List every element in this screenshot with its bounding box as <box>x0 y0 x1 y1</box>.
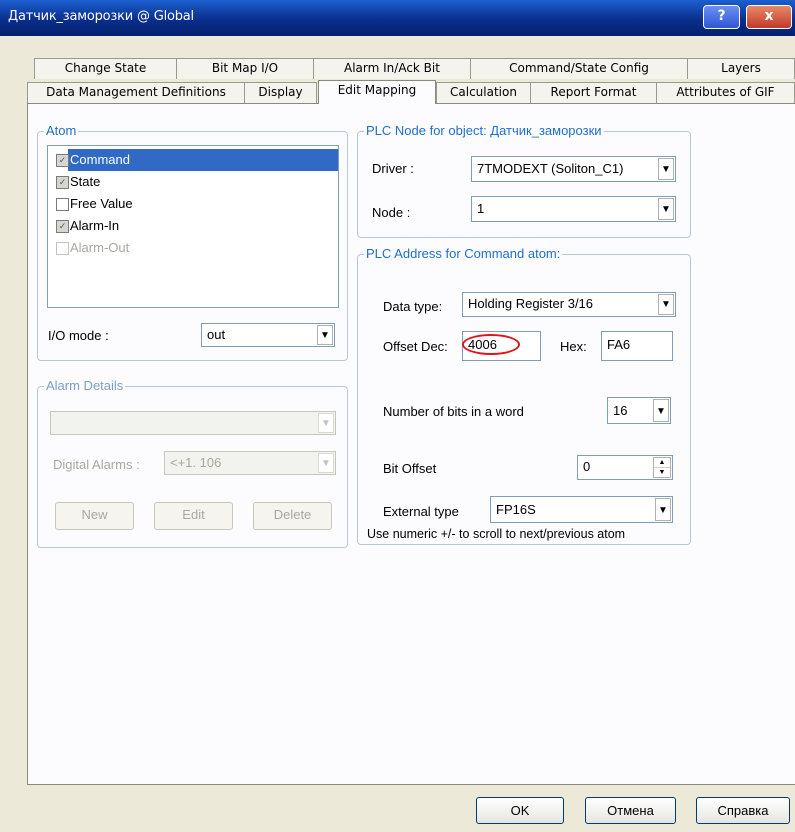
delete-button: Delete <box>253 502 332 530</box>
tab-bit-map-io[interactable]: Bit Map I/O <box>176 58 314 79</box>
external-type-value: FP16S <box>496 502 536 517</box>
bit-offset-spinner[interactable]: 0 ▲ ▼ <box>577 455 673 480</box>
scroll-hint: Use numeric +/- to scroll to next/previo… <box>367 527 626 541</box>
chevron-down-icon[interactable]: ▼ <box>317 325 333 345</box>
tab-data-management-definitions[interactable]: Data Management Definitions <box>27 82 245 103</box>
ok-button[interactable]: OK <box>476 797 564 824</box>
tab-calculation[interactable]: Calculation <box>436 82 531 103</box>
bit-offset-label: Bit Offset <box>383 461 437 476</box>
digital-alarms-value: <+1. 106 <box>170 455 222 470</box>
driver-select[interactable]: 7TMODEXT (Soliton_C1) ▼ <box>471 156 676 182</box>
title-bar: Датчик_заморозки @ Global ? x <box>0 0 795 36</box>
new-button: New <box>55 502 134 530</box>
hex-value: FA6 <box>607 337 631 352</box>
digital-alarms-select: <+1. 106 ▼ <box>164 451 336 475</box>
alarm-details-legend: Alarm Details <box>44 378 126 393</box>
free-value-checkbox[interactable] <box>56 198 69 211</box>
atom-item-label: Free Value <box>70 196 133 211</box>
data-type-value: Holding Register 3/16 <box>468 296 594 311</box>
hex-label: Hex: <box>560 339 587 354</box>
help-button[interactable]: Справка <box>696 797 790 824</box>
external-type-label: External type <box>383 504 459 519</box>
plc-address-group: PLC Address for Command atom: Data type:… <box>357 246 691 545</box>
tab-change-state[interactable]: Change State <box>34 58 177 79</box>
tab-display[interactable]: Display <box>244 82 317 103</box>
tab-alarm-in-ack-bit[interactable]: Alarm In/Ack Bit <box>313 58 471 79</box>
chevron-down-icon: ▼ <box>318 453 334 473</box>
hex-input[interactable]: FA6 <box>601 331 673 361</box>
atom-item-state[interactable]: ✓ State <box>48 171 338 193</box>
alarm-select: ▼ <box>50 411 336 435</box>
alarm-out-checkbox <box>56 242 69 255</box>
command-checkbox[interactable]: ✓ <box>56 154 69 167</box>
chevron-down-icon[interactable]: ▼ <box>658 158 674 180</box>
io-mode-label: I/O mode : <box>48 328 109 343</box>
node-select[interactable]: 1 ▼ <box>471 196 676 222</box>
plc-address-legend: PLC Address for Command atom: <box>364 246 563 261</box>
red-highlight-ellipse <box>462 334 520 355</box>
window-title: Датчик_заморозки @ Global <box>8 9 194 24</box>
cancel-button[interactable]: Отмена <box>585 797 676 824</box>
close-title-button[interactable]: x <box>746 5 792 29</box>
help-title-button[interactable]: ? <box>703 5 740 29</box>
atom-item-label: Command <box>70 152 132 167</box>
bits-label: Number of bits in a word <box>383 404 524 419</box>
alarm-in-checkbox[interactable]: ✓ <box>56 220 69 233</box>
plc-node-legend: PLC Node for object: Датчик_заморозки <box>364 123 604 138</box>
atom-item-alarm-in[interactable]: ✓ Alarm-In <box>48 215 338 237</box>
bit-offset-value: 0 <box>583 459 591 474</box>
io-mode-value: out <box>207 327 226 342</box>
tab-layers[interactable]: Layers <box>687 58 795 79</box>
data-type-label: Data type: <box>383 299 443 314</box>
atom-item-label: State <box>70 174 101 189</box>
tab-edit-mapping[interactable]: Edit Mapping <box>318 80 436 104</box>
atom-item-command[interactable]: ✓ Command <box>48 149 338 171</box>
tab-command-state-config[interactable]: Command/State Config <box>470 58 688 79</box>
driver-label: Driver : <box>372 161 414 176</box>
atom-group: Atom ✓ Command ✓ State Free Value ✓ Alar… <box>37 123 348 361</box>
external-type-select[interactable]: FP16S ▼ <box>490 496 673 523</box>
driver-value: 7TMODEXT (Soliton_C1) <box>477 161 624 176</box>
bits-select[interactable]: 16 ▼ <box>607 397 671 424</box>
offset-dec-label: Offset Dec: <box>383 339 448 354</box>
data-type-select[interactable]: Holding Register 3/16 ▼ <box>462 292 676 317</box>
bits-value: 16 <box>613 403 628 418</box>
atom-legend: Atom <box>44 123 79 138</box>
edit-mapping-page: Atom ✓ Command ✓ State Free Value ✓ Alar… <box>27 103 795 785</box>
node-value: 1 <box>477 201 485 216</box>
chevron-down-icon[interactable]: ▼ <box>658 294 674 315</box>
atom-item-label: Alarm-Out <box>70 240 130 255</box>
digital-alarms-label: Digital Alarms : <box>53 457 140 472</box>
atom-item-alarm-out: Alarm-Out <box>48 237 338 259</box>
node-label: Node : <box>372 205 411 220</box>
plc-node-group: PLC Node for object: Датчик_заморозки Dr… <box>357 123 691 238</box>
chevron-down-icon[interactable]: ▼ <box>655 498 671 521</box>
tab-report-format[interactable]: Report Format <box>530 82 657 103</box>
alarm-details-group: Alarm Details ▼ Digital Alarms : <+1. 10… <box>37 378 348 548</box>
chevron-down-icon: ▼ <box>318 413 334 433</box>
tab-attributes-of-gif[interactable]: Attributes of GIF <box>656 82 795 103</box>
atom-list[interactable]: ✓ Command ✓ State Free Value ✓ Alarm-In … <box>47 145 339 308</box>
spinner-icon[interactable]: ▲ ▼ <box>653 457 671 478</box>
edit-button: Edit <box>154 502 233 530</box>
state-checkbox[interactable]: ✓ <box>56 176 69 189</box>
io-mode-select[interactable]: out ▼ <box>201 323 335 347</box>
chevron-down-icon[interactable]: ▼ <box>658 198 674 220</box>
chevron-down-icon[interactable]: ▼ <box>653 399 669 422</box>
atom-item-label: Alarm-In <box>70 218 120 233</box>
atom-item-free-value[interactable]: Free Value <box>48 193 338 215</box>
